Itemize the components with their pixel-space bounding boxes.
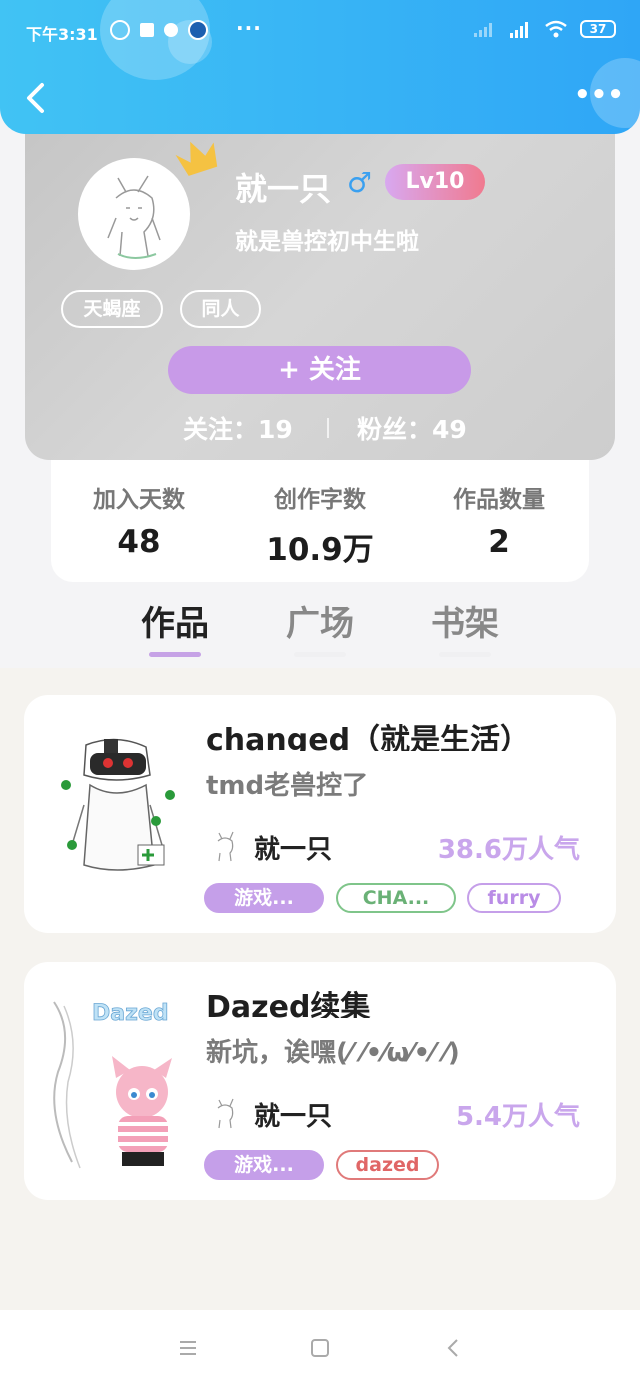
- stat-label: 加入天数: [93, 487, 185, 513]
- work-tag[interactable]: dazed: [336, 1150, 439, 1180]
- status-time: 下午3:31: [26, 25, 98, 44]
- work-title: Dazed续集: [206, 990, 371, 1018]
- divider: [327, 418, 329, 438]
- follow-button[interactable]: + 关注: [168, 346, 471, 394]
- work-tag[interactable]: 游戏...: [204, 883, 324, 913]
- wechat-icon: [164, 23, 178, 37]
- work-tag[interactable]: 游戏...: [204, 1150, 324, 1180]
- back-arrow-icon[interactable]: [24, 82, 46, 114]
- crown-icon: [175, 141, 218, 176]
- signal-icon: [474, 23, 492, 37]
- more-notifications-icon: ···: [236, 16, 262, 40]
- profile-card: 就一只 ♂ Lv10 就是兽控初中生啦 天蝎座 同人 + 关注 关注：19 粉丝…: [25, 110, 615, 460]
- level-badge: Lv10: [385, 164, 485, 200]
- author-name: 就一只: [254, 835, 333, 865]
- tab-square[interactable]: 广场: [265, 596, 375, 645]
- top-app-bar: 下午3:31 ··· 37 •••: [0, 0, 640, 134]
- stat-work-count: 作品数量 2: [419, 480, 579, 560]
- back-nav-icon[interactable]: [442, 1336, 466, 1360]
- work-description: 新坑，诶嘿(⁄ ⁄•⁄ω⁄•⁄ ⁄): [206, 1038, 460, 1068]
- bio: 就是兽控初中生啦: [235, 229, 419, 255]
- tab-works[interactable]: 作品: [120, 596, 230, 645]
- popularity: 38.6万人气: [437, 835, 580, 865]
- system-navigation-bar: [0, 1310, 640, 1387]
- follow-counts: 关注：19 粉丝：49: [25, 410, 615, 450]
- menu-icon[interactable]: [176, 1336, 200, 1360]
- status-bar: 下午3:31 ··· 37: [0, 16, 640, 48]
- work-title: changed（就是生活）: [206, 723, 531, 751]
- profile-tag: 天蝎座: [61, 290, 163, 328]
- work-tag[interactable]: CHA...: [336, 883, 456, 913]
- stat-value: 10.9万: [266, 532, 374, 568]
- profile-tag: 同人: [180, 290, 261, 328]
- work-card[interactable]: Dazed Dazed续集 新坑，诶嘿(⁄ ⁄•⁄ω⁄•⁄ ⁄) 就一只 5.4…: [24, 962, 616, 1200]
- cover-logo-text: Dazed: [92, 1001, 169, 1026]
- work-list: changed（就是生活） tmd老兽控了 就一只 38.6万人气 游戏... …: [0, 668, 640, 1310]
- tab-indicator: [439, 652, 491, 657]
- more-options-button[interactable]: •••: [574, 82, 624, 108]
- popularity: 5.4万人气: [455, 1102, 580, 1132]
- work-tag[interactable]: furry: [467, 883, 561, 913]
- author-name: 就一只: [254, 1102, 333, 1132]
- work-cover-image[interactable]: Dazed: [46, 992, 186, 1172]
- stat-label: 作品数量: [453, 487, 545, 513]
- tab-bar: 作品 广场 书架: [0, 590, 640, 668]
- stat-label: 创作字数: [274, 487, 366, 513]
- wifi-icon: [545, 20, 567, 38]
- stats-card: 加入天数 48 创作字数 10.9万 作品数量 2: [51, 450, 589, 582]
- followers-count[interactable]: 粉丝：49: [357, 410, 467, 446]
- signal-hd-icon: [510, 22, 528, 38]
- work-card[interactable]: changed（就是生活） tmd老兽控了 就一只 38.6万人气 游戏... …: [24, 695, 616, 933]
- stat-value: 2: [488, 524, 510, 560]
- gender-male-icon: ♂: [347, 166, 373, 199]
- work-cover-image[interactable]: [46, 725, 186, 905]
- work-description: tmd老兽控了: [206, 771, 369, 801]
- browser-icon: [188, 20, 208, 40]
- battery-indicator: 37: [580, 20, 616, 38]
- author-avatar: [217, 1098, 234, 1129]
- tab-indicator-active: [149, 652, 201, 657]
- stat-value: 48: [117, 524, 161, 560]
- system-status-icons: 37: [474, 20, 616, 38]
- stat-word-count: 创作字数 10.9万: [240, 480, 400, 569]
- home-icon[interactable]: [308, 1336, 332, 1360]
- author-avatar: [217, 831, 234, 862]
- notification-app-icon: [140, 23, 154, 37]
- tab-indicator: [294, 652, 346, 657]
- alarm-icon: [110, 20, 130, 40]
- tab-bookshelf[interactable]: 书架: [410, 596, 520, 645]
- notification-icons: [110, 20, 208, 40]
- following-count[interactable]: 关注：19: [183, 410, 293, 446]
- nickname: 就一只: [235, 170, 332, 208]
- stat-join-days: 加入天数 48: [59, 480, 219, 560]
